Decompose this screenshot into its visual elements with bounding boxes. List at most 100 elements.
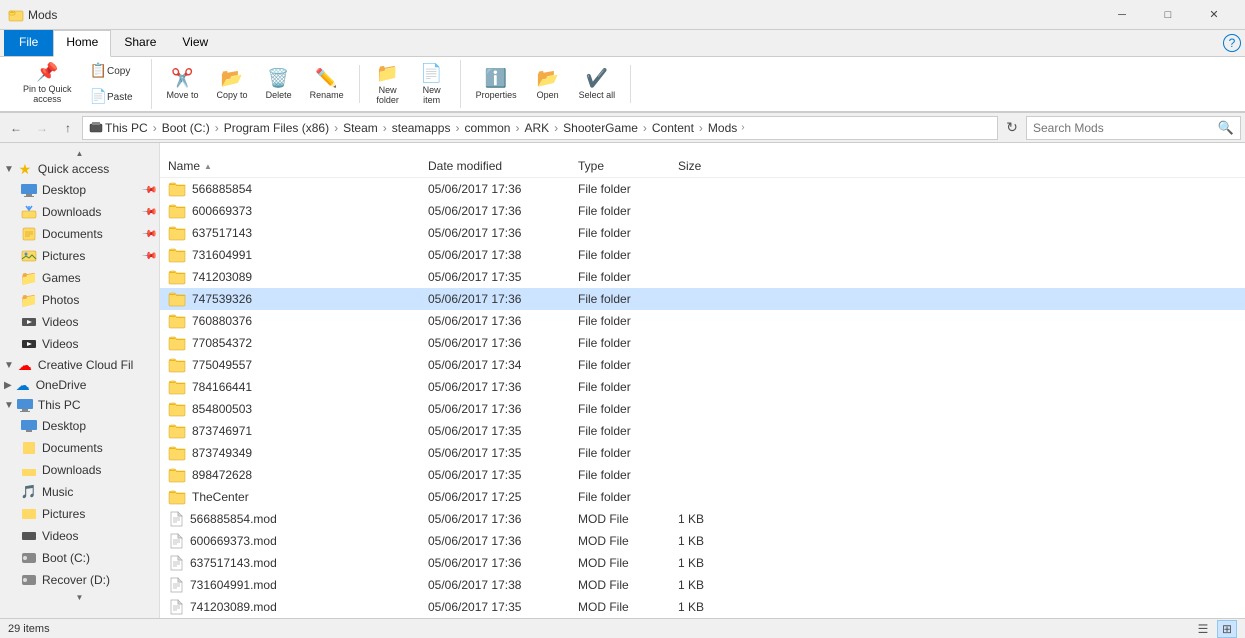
tab-file[interactable]: File	[4, 30, 53, 56]
downloads-pc-icon	[20, 462, 38, 478]
up-button[interactable]: ↑	[56, 116, 80, 140]
sidebar-item-photos[interactable]: 📁 Photos	[0, 289, 159, 311]
onedrive-section[interactable]: ▶ ☁ OneDrive	[0, 375, 159, 395]
delete-button[interactable]: 🗑️ Delete	[259, 65, 299, 103]
copy-icon: 📋	[90, 62, 107, 79]
folder-row-name: 760880376	[168, 313, 428, 329]
folder-row[interactable]: 600669373 05/06/2017 17:36 File folder	[160, 200, 1245, 222]
file-row[interactable]: 741203089.mod 05/06/2017 17:35 MOD File …	[160, 596, 1245, 618]
sidebar-scroll-down[interactable]: ▼	[0, 591, 159, 603]
sidebar-item-music[interactable]: 🎵 Music	[0, 481, 159, 503]
folder-row[interactable]: TheCenter 05/06/2017 17:25 File folder	[160, 486, 1245, 508]
bootc-label: Boot (C:)	[42, 551, 90, 565]
back-button[interactable]: ←	[4, 116, 28, 140]
folder-row[interactable]: 854800503 05/06/2017 17:36 File folder	[160, 398, 1245, 420]
sidebar-item-videos-pc[interactable]: Videos	[0, 525, 159, 547]
folder-icon	[168, 445, 186, 461]
search-input[interactable]	[1033, 121, 1214, 135]
minimize-button[interactable]: ─	[1099, 0, 1145, 30]
folder-row[interactable]: 747539326 05/06/2017 17:36 File folder	[160, 288, 1245, 310]
sidebar-item-desktop-qa[interactable]: Desktop 📌	[0, 179, 159, 201]
maximize-button[interactable]: □	[1145, 0, 1191, 30]
paste-button[interactable]: 📄 Paste	[83, 85, 143, 109]
documents-pc-icon	[20, 440, 38, 456]
window-title: Mods	[28, 8, 1099, 22]
file-rows: 566885854.mod 05/06/2017 17:36 MOD File …	[160, 508, 1245, 618]
tab-home[interactable]: Home	[53, 30, 111, 57]
help-button[interactable]: ?	[1223, 34, 1241, 52]
ribbon-tab-bar: File Home Share View ?	[0, 30, 1245, 56]
file-row[interactable]: 566885854.mod 05/06/2017 17:36 MOD File …	[160, 508, 1245, 530]
folder-row[interactable]: 770854372 05/06/2017 17:36 File folder	[160, 332, 1245, 354]
refresh-button[interactable]: ↻	[1000, 116, 1024, 140]
creative-cloud-icon: ☁	[16, 357, 34, 373]
sidebar-item-bootc[interactable]: Boot (C:)	[0, 547, 159, 569]
rename-button[interactable]: ✏️ Rename	[303, 65, 351, 103]
file-name-text: 600669373.mod	[190, 534, 277, 548]
header-date[interactable]: Date modified	[428, 159, 578, 173]
sidebar-scroll-up[interactable]: ▲	[0, 147, 159, 159]
file-name-text: 731604991.mod	[190, 578, 277, 592]
sidebar-item-pictures-qa[interactable]: Pictures 📌	[0, 245, 159, 267]
main-layout: ▲ ▼ ★ Quick access Desktop 📌 Downloads 📌	[0, 143, 1245, 618]
header-name[interactable]: Name ▲	[168, 159, 428, 173]
folder-row[interactable]: 784166441 05/06/2017 17:36 File folder	[160, 376, 1245, 398]
search-box[interactable]: 🔍	[1026, 116, 1241, 140]
sidebar-item-desktop-pc[interactable]: Desktop	[0, 415, 159, 437]
quick-access-section[interactable]: ▼ ★ Quick access	[0, 159, 159, 179]
folder-row[interactable]: 741203089 05/06/2017 17:35 File folder	[160, 266, 1245, 288]
folder-row[interactable]: 760880376 05/06/2017 17:36 File folder	[160, 310, 1245, 332]
file-row[interactable]: 731604991.mod 05/06/2017 17:38 MOD File …	[160, 574, 1245, 596]
rename-icon: ✏️	[315, 68, 337, 89]
view-details-button[interactable]: ☰	[1193, 620, 1213, 638]
new-folder-button[interactable]: 📁 Newfolder	[368, 60, 408, 108]
folder-row[interactable]: 637517143 05/06/2017 17:36 File folder	[160, 222, 1245, 244]
folder-row[interactable]: 873749349 05/06/2017 17:35 File folder	[160, 442, 1245, 464]
folder-row[interactable]: 775049557 05/06/2017 17:34 File folder	[160, 354, 1245, 376]
select-icon: ✔️	[586, 68, 608, 89]
file-icon	[168, 599, 184, 615]
address-box[interactable]: This PC › Boot (C:) › Program Files (x86…	[82, 116, 998, 140]
sidebar-item-videos2-qa[interactable]: Videos	[0, 333, 159, 355]
folder-row[interactable]: 898472628 05/06/2017 17:35 File folder	[160, 464, 1245, 486]
tab-view[interactable]: View	[169, 30, 221, 56]
sidebar-item-pictures-pc[interactable]: Pictures	[0, 503, 159, 525]
thispc-arrow: ▼	[4, 400, 14, 411]
new-item-button[interactable]: 📄 Newitem	[412, 60, 452, 108]
sidebar-item-documents-pc[interactable]: Documents	[0, 437, 159, 459]
sidebar-item-recoverd[interactable]: Recover (D:)	[0, 569, 159, 591]
desktop-icon	[20, 182, 38, 198]
sidebar-item-downloads-pc[interactable]: Downloads	[0, 459, 159, 481]
close-button[interactable]: ✕	[1191, 0, 1237, 30]
open-button[interactable]: 📂 Open	[528, 65, 568, 103]
tab-share[interactable]: Share	[111, 30, 169, 56]
header-type[interactable]: Type	[578, 159, 678, 173]
pin-to-quick-access-button[interactable]: 📌 Pin to Quickaccess	[16, 59, 79, 109]
file-row[interactable]: 637517143.mod 05/06/2017 17:36 MOD File …	[160, 552, 1245, 574]
paste-icon: 📄	[90, 88, 107, 105]
statusbar: 29 items ☰ ⊞	[0, 618, 1245, 638]
move-to-button[interactable]: ✂️ Move to	[160, 65, 206, 103]
folder-row[interactable]: 731604991 05/06/2017 17:38 File folder	[160, 244, 1245, 266]
copy-to-button[interactable]: 📂 Copy to	[210, 65, 255, 103]
header-size[interactable]: Size	[678, 159, 758, 173]
sidebar-item-downloads-qa[interactable]: Downloads 📌	[0, 201, 159, 223]
sidebar-item-videos-qa[interactable]: Videos	[0, 311, 159, 333]
folder-row-date: 05/06/2017 17:36	[428, 182, 578, 196]
folder-row[interactable]: 873746971 05/06/2017 17:35 File folder	[160, 420, 1245, 442]
properties-button[interactable]: ℹ️ Properties	[469, 65, 524, 103]
view-large-button[interactable]: ⊞	[1217, 620, 1237, 638]
file-row-size: 1 KB	[678, 600, 758, 614]
forward-button[interactable]: →	[30, 116, 54, 140]
file-row[interactable]: 600669373.mod 05/06/2017 17:36 MOD File …	[160, 530, 1245, 552]
folder-row-name: 854800503	[168, 401, 428, 417]
select-button[interactable]: ✔️ Select all	[572, 65, 623, 103]
ribbon-group-new: 📁 Newfolder 📄 Newitem	[360, 60, 461, 108]
creative-cloud-section[interactable]: ▼ ☁ Creative Cloud Fil	[0, 355, 159, 375]
this-pc-section[interactable]: ▼ This PC	[0, 395, 159, 415]
copy-button[interactable]: 📋 Copy	[83, 59, 143, 83]
sidebar-item-games[interactable]: 📁 Games	[0, 267, 159, 289]
sidebar-item-documents-qa[interactable]: Documents 📌	[0, 223, 159, 245]
folder-row-date: 05/06/2017 17:36	[428, 402, 578, 416]
folder-row[interactable]: 566885854 05/06/2017 17:36 File folder	[160, 178, 1245, 200]
